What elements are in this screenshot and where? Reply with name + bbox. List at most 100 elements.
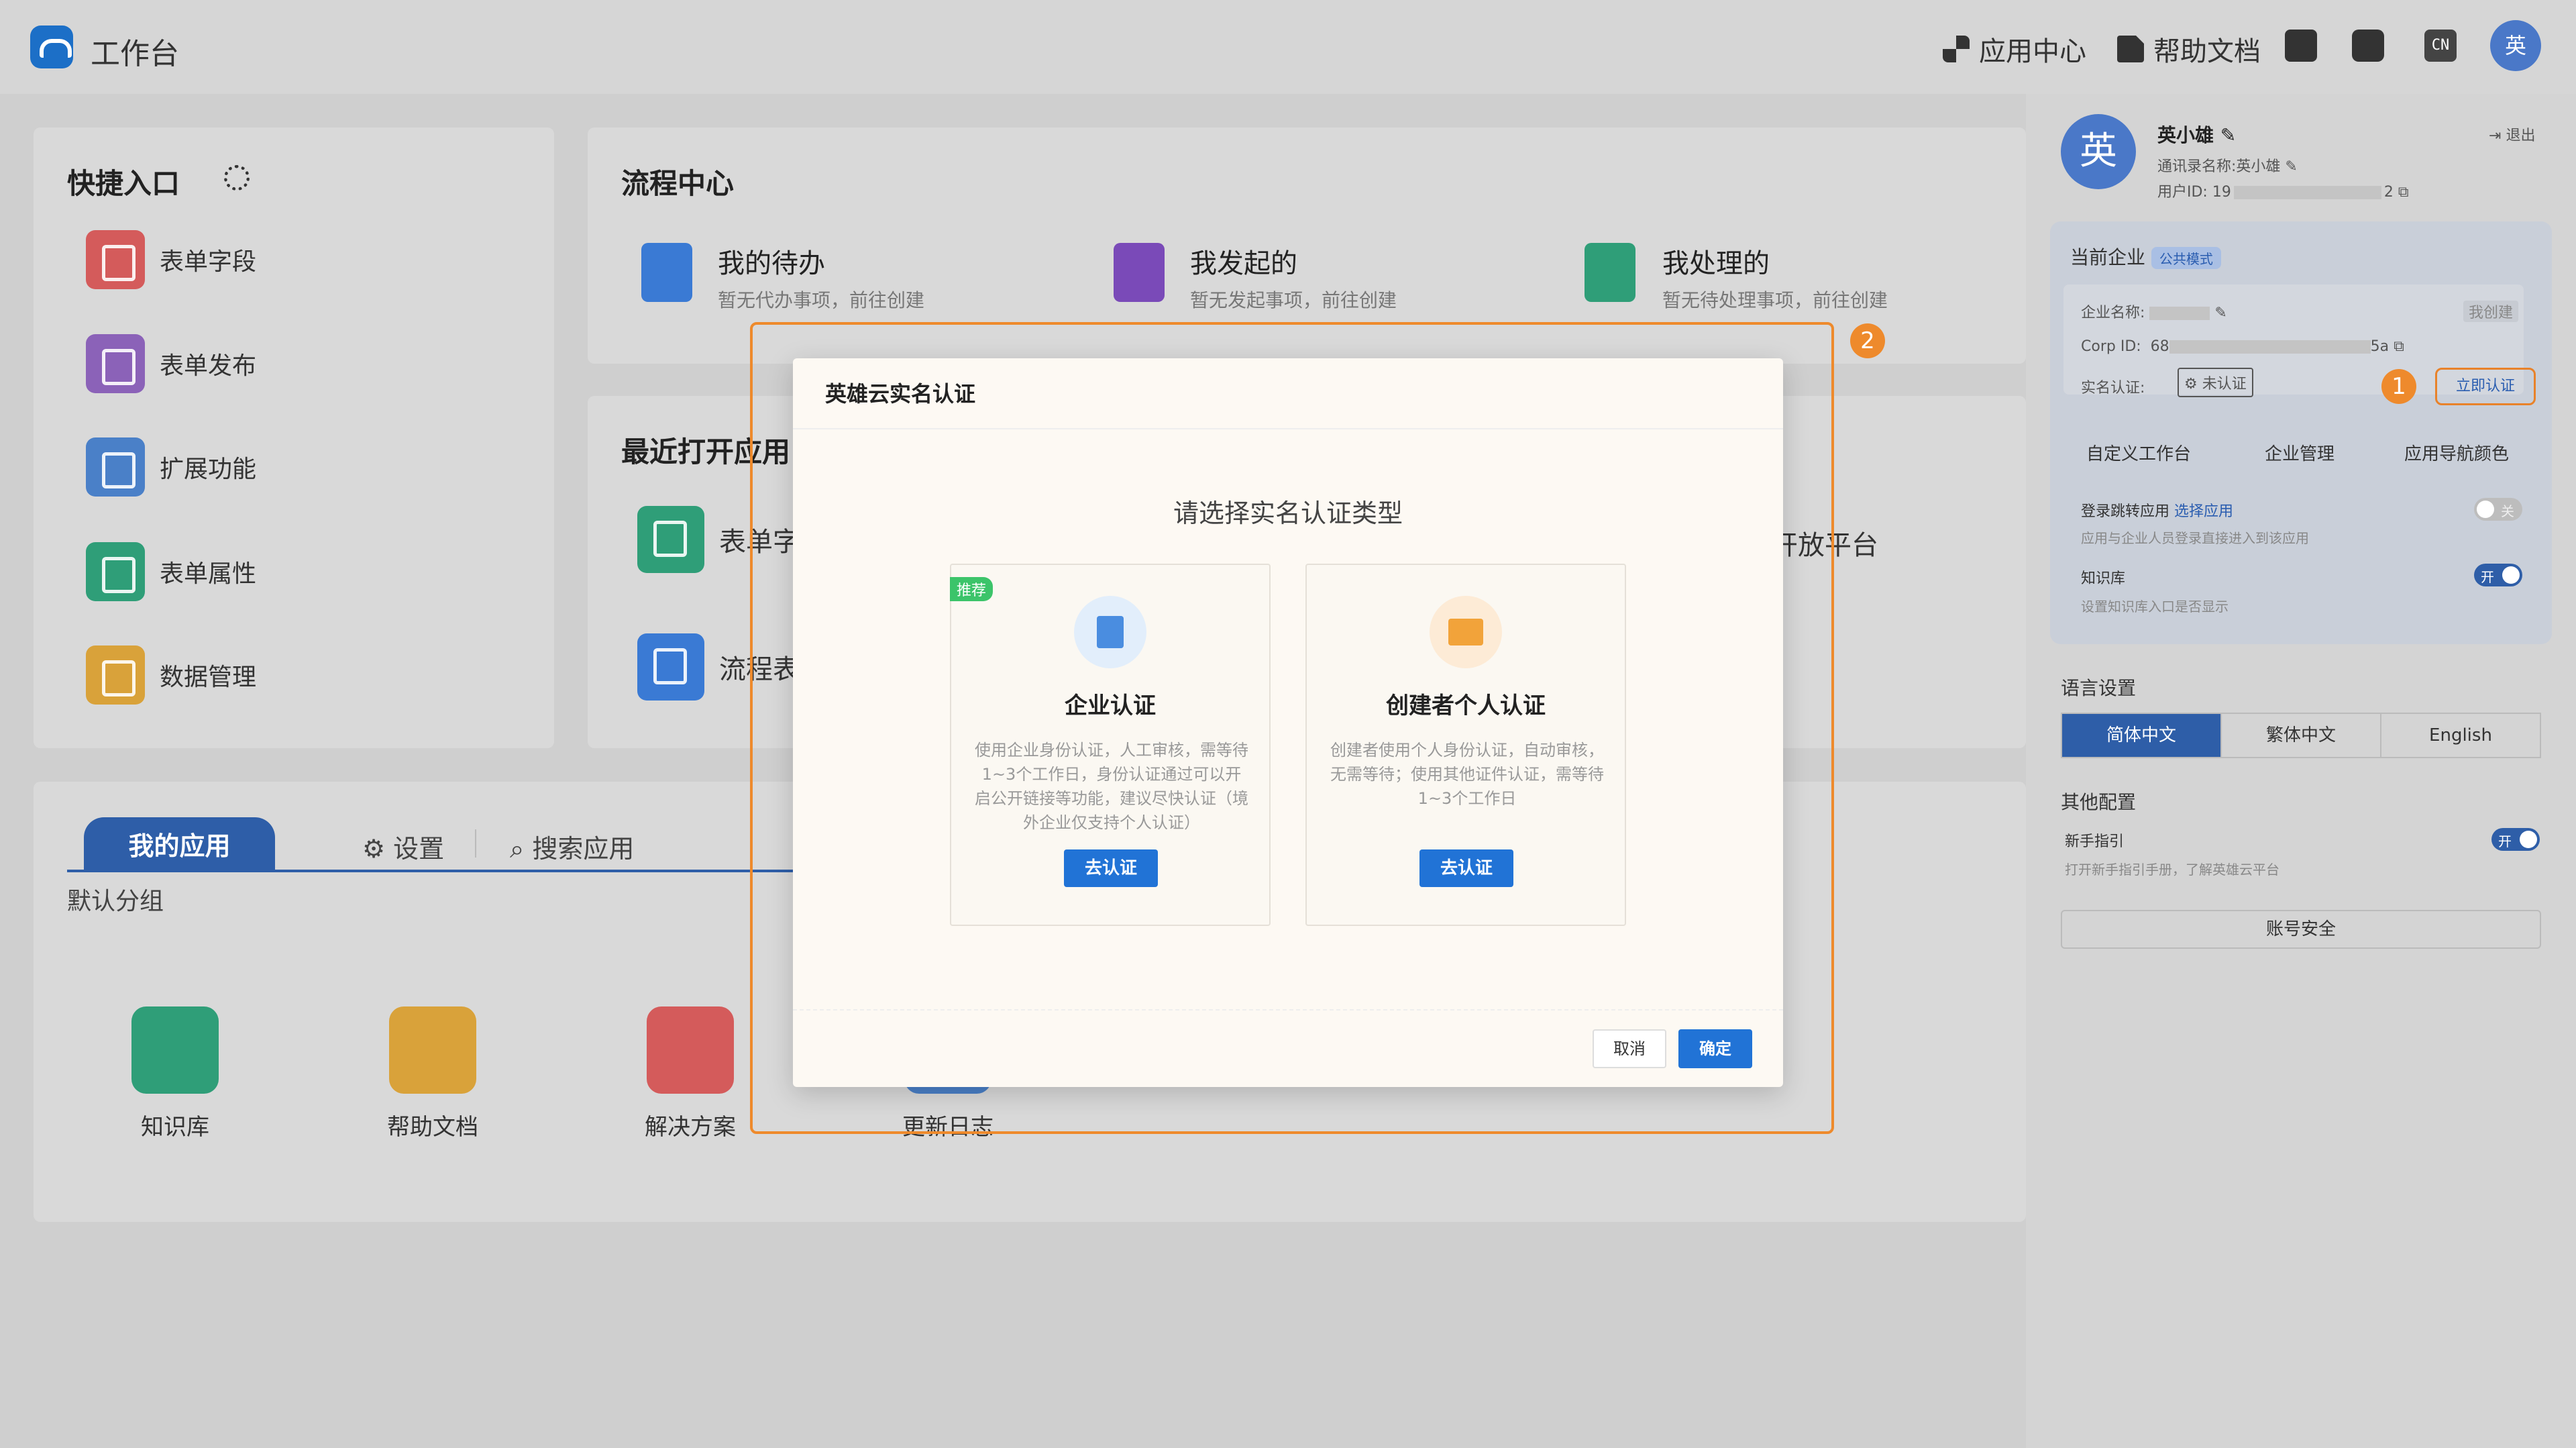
kb-desc: 设置知识库入口是否显示 xyxy=(2081,599,2229,615)
knowledge-icon xyxy=(131,1006,219,1094)
app-knowledge-base[interactable]: 知识库 xyxy=(131,1006,219,1141)
my-created-tag: 我创建 xyxy=(2463,301,2519,322)
tab-nav-color[interactable]: 应用导航颜色 xyxy=(2404,440,2509,465)
modal-title: 英雄云实名认证 xyxy=(793,358,1783,429)
app-help-docs[interactable]: 帮助文档 xyxy=(387,1006,478,1141)
guide-toggle[interactable]: 开 xyxy=(2491,828,2540,851)
other-config-title: 其他配置 xyxy=(2061,791,2137,813)
gear-icon: ⚙ xyxy=(2184,376,2198,393)
form-icon xyxy=(637,506,704,573)
my-initiated-item[interactable]: 我发起的 暂无发起事项，前往创建 xyxy=(1190,242,1397,313)
quick-entry-title: 快捷入口 xyxy=(67,167,180,200)
contacts-icon[interactable] xyxy=(2285,30,2317,62)
help-docs-link[interactable]: 帮助文档 xyxy=(2117,30,2261,68)
tab-underline xyxy=(67,870,805,872)
user-avatar: 英 xyxy=(2061,114,2136,189)
cancel-button[interactable]: 取消 xyxy=(1593,1029,1666,1068)
account-security-button[interactable]: 账号安全 xyxy=(2061,910,2541,949)
group-title: 默认分组 xyxy=(67,888,164,915)
copy-icon: ⧉ xyxy=(2398,184,2409,201)
extension-icon xyxy=(86,437,145,497)
verification-modal: 英雄云实名认证 请选择实名认证类型 推荐 企业认证 使用企业身份认证，人工审核，… xyxy=(793,358,1783,1087)
verify-now-button[interactable]: 立即认证 xyxy=(2435,368,2536,405)
contact-name: 通讯录名称:英小雄 ✎ xyxy=(2157,158,2298,175)
personal-verify-option[interactable]: 创建者个人认证 创建者使用个人身份认证，自动审核，无需等待；使用其他证件认证，需… xyxy=(1305,564,1626,926)
gear-icon: ⚙ xyxy=(362,834,394,864)
company-name-label: 企业名称: ✎ xyxy=(2081,305,2227,321)
modal-subtitle: 请选择实名认证类型 xyxy=(1173,499,1403,528)
quick-item-form-attributes[interactable]: 表单属性 xyxy=(86,542,256,601)
enterprise-verify-button[interactable]: 去认证 xyxy=(1064,849,1158,887)
edit-icon: ✎ xyxy=(2220,124,2237,146)
tab-my-apps[interactable]: 我的应用 xyxy=(84,817,275,872)
top-bar: 工作台 应用中心 帮助文档 CN 英 xyxy=(0,0,2576,94)
quick-item-data-manage[interactable]: 数据管理 xyxy=(86,645,256,705)
avatar[interactable]: 英 xyxy=(2490,20,2541,71)
edit-icon: ✎ xyxy=(2214,305,2227,321)
kb-label: 知识库 xyxy=(2081,570,2126,587)
quick-item-extensions[interactable]: 扩展功能 xyxy=(86,437,256,497)
modal-footer-divider xyxy=(793,1009,1783,1011)
select-app-link[interactable]: 选择应用 xyxy=(2174,503,2233,520)
gear-icon[interactable] xyxy=(224,165,250,191)
tab-divider xyxy=(475,829,476,858)
user-id: 用户ID: 19 2 ⧉ xyxy=(2157,184,2409,201)
unverified-tag: ⚙ 未认证 xyxy=(2178,368,2253,397)
app-center-link[interactable]: 应用中心 xyxy=(1943,30,2086,68)
app-title: 工作台 xyxy=(91,37,179,71)
tab-settings[interactable]: ⚙ 设置 xyxy=(362,828,444,865)
process-center-title: 流程中心 xyxy=(621,167,735,200)
lang-simplified[interactable]: 简体中文 xyxy=(2062,714,2222,757)
play-icon xyxy=(1114,243,1165,302)
lang-english[interactable]: English xyxy=(2381,714,2540,757)
publish-icon xyxy=(86,334,145,393)
id-card-icon xyxy=(1430,596,1502,668)
list-icon xyxy=(86,542,145,601)
tab-custom-workspace[interactable]: 自定义工作台 xyxy=(2086,440,2191,465)
document-icon xyxy=(2117,36,2144,62)
login-jump-toggle[interactable]: 关 xyxy=(2474,498,2522,521)
logo-icon[interactable] xyxy=(30,25,73,68)
confirm-button[interactable]: 确定 xyxy=(1678,1029,1752,1068)
login-jump-label: 登录跳转应用 选择应用 xyxy=(2081,503,2234,520)
edit-icon: ✎ xyxy=(2285,158,2298,175)
recommend-tag: 推荐 xyxy=(950,577,994,601)
my-handled-item[interactable]: 我处理的 暂无待处理事项，前往创建 xyxy=(1662,242,1888,313)
box-icon xyxy=(389,1006,476,1094)
solution-icon xyxy=(647,1006,734,1094)
verify-label: 实名认证: xyxy=(2081,380,2145,397)
clipboard-icon xyxy=(86,230,145,289)
lang-traditional[interactable]: 繁体中文 xyxy=(2222,714,2381,757)
lang-title: 语言设置 xyxy=(2061,677,2137,699)
quick-item-form-publish[interactable]: 表单发布 xyxy=(86,334,256,393)
tab-company-manage[interactable]: 企业管理 xyxy=(2265,440,2334,465)
chart-icon xyxy=(86,645,145,705)
my-todo-item[interactable]: 我的待办 暂无代办事项，前往创建 xyxy=(718,242,924,313)
guide-label: 新手指引 xyxy=(2065,833,2125,850)
clipboard-check-icon xyxy=(1585,243,1635,302)
app-solutions[interactable]: 解决方案 xyxy=(645,1006,736,1141)
message-icon[interactable] xyxy=(2352,30,2384,62)
grid-icon xyxy=(1943,36,1970,62)
process-icon xyxy=(637,633,704,701)
building-icon xyxy=(1074,596,1146,668)
user-name: 英小雄 ✎ xyxy=(2157,124,2237,146)
quick-item-form-fields[interactable]: 表单字段 xyxy=(86,230,256,289)
kb-toggle[interactable]: 开 xyxy=(2474,564,2522,586)
language-icon[interactable]: CN xyxy=(2424,30,2457,62)
guide-desc: 打开新手指引手册，了解英雄云平台 xyxy=(2065,862,2279,878)
bell-icon xyxy=(641,243,692,302)
lang-selector: 简体中文 繁体中文 English xyxy=(2061,713,2541,758)
copy-icon: ⧉ xyxy=(2394,338,2404,355)
public-mode-chip: 公共模式 xyxy=(2151,247,2221,269)
corp-id: Corp ID: 68 5a ⧉ xyxy=(2081,338,2404,355)
step-badge-1: 1 xyxy=(2381,369,2416,404)
personal-verify-button[interactable]: 去认证 xyxy=(1419,849,1513,887)
login-jump-desc: 应用与企业人员登录直接进入到该应用 xyxy=(2081,530,2309,546)
step-badge-2: 2 xyxy=(1850,323,1885,358)
logout-icon: ⇥ xyxy=(2489,127,2506,144)
current-company-label: 当前企业 公共模式 xyxy=(2070,243,2221,270)
enterprise-verify-option[interactable]: 推荐 企业认证 使用企业身份认证，人工审核，需等待1~3个工作日，身份认证通过可… xyxy=(950,564,1271,926)
tab-search[interactable]: ⌕ 搜索应用 xyxy=(510,828,634,865)
logout-link[interactable]: ⇥ 退出 xyxy=(2489,123,2535,145)
